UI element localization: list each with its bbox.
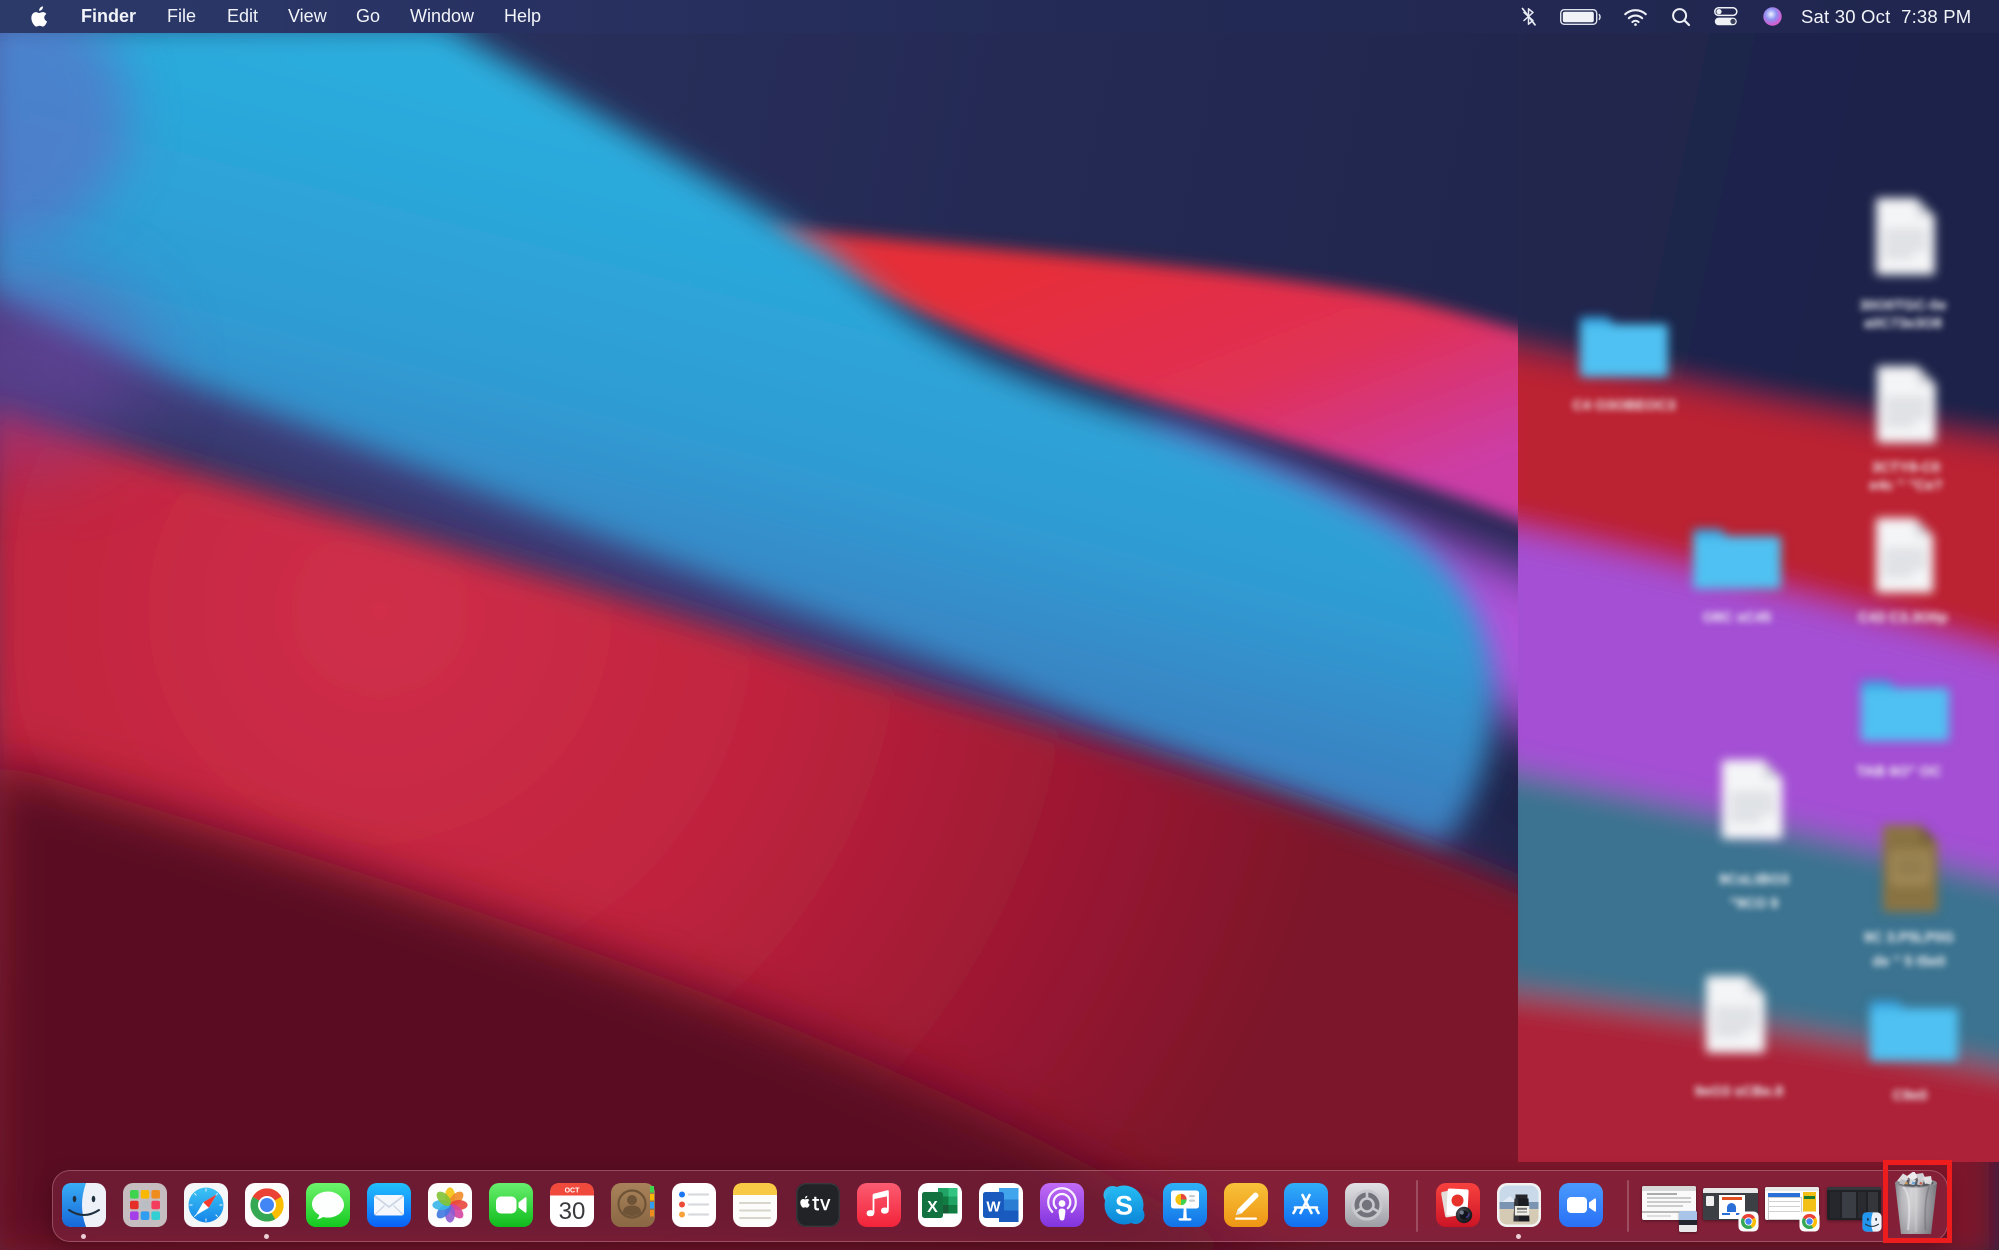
svg-text:30: 30 [559,1198,586,1225]
svg-text:9CsLtBO3: 9CsLtBO3 [1719,872,1789,888]
svg-text:O8C sC45: O8C sC45 [1703,610,1772,626]
svg-text:"9CO 9: "9CO 9 [1730,896,1779,912]
svg-text:30O0TGC-0e: 30O0TGC-0e [1859,298,1946,314]
svg-text:C9e0: C9e0 [1893,1088,1928,1104]
svg-text:C43 C3.3O0p: C43 C3.3O0p [1858,610,1948,626]
svg-text:S: S [1115,1191,1133,1221]
svg-text:9C 3.P5LP0G: 9C 3.P5LP0G [1864,930,1954,946]
svg-text:a0C73e3O8: a0C73e3O8 [1864,316,1942,332]
svg-text:9eO3 sCBe.8: 9eO3 sCBe.8 [1695,1084,1784,1100]
svg-text:C4 O3OBEOC3: C4 O3OBEOC3 [1572,398,1675,414]
svg-text:3CTY8-C0: 3CTY8-C0 [1872,460,1941,476]
svg-text:X: X [927,1199,938,1216]
svg-text:de " 5 t5e0: de " 5 t5e0 [1873,954,1946,970]
svg-text:W: W [986,1199,1001,1216]
svg-text:e4c " "Ce?: e4c " "Ce? [1869,478,1943,494]
svg-text:OCT: OCT [565,1188,581,1195]
svg-text:TAB 6O" OC: TAB 6O" OC [1857,764,1942,780]
